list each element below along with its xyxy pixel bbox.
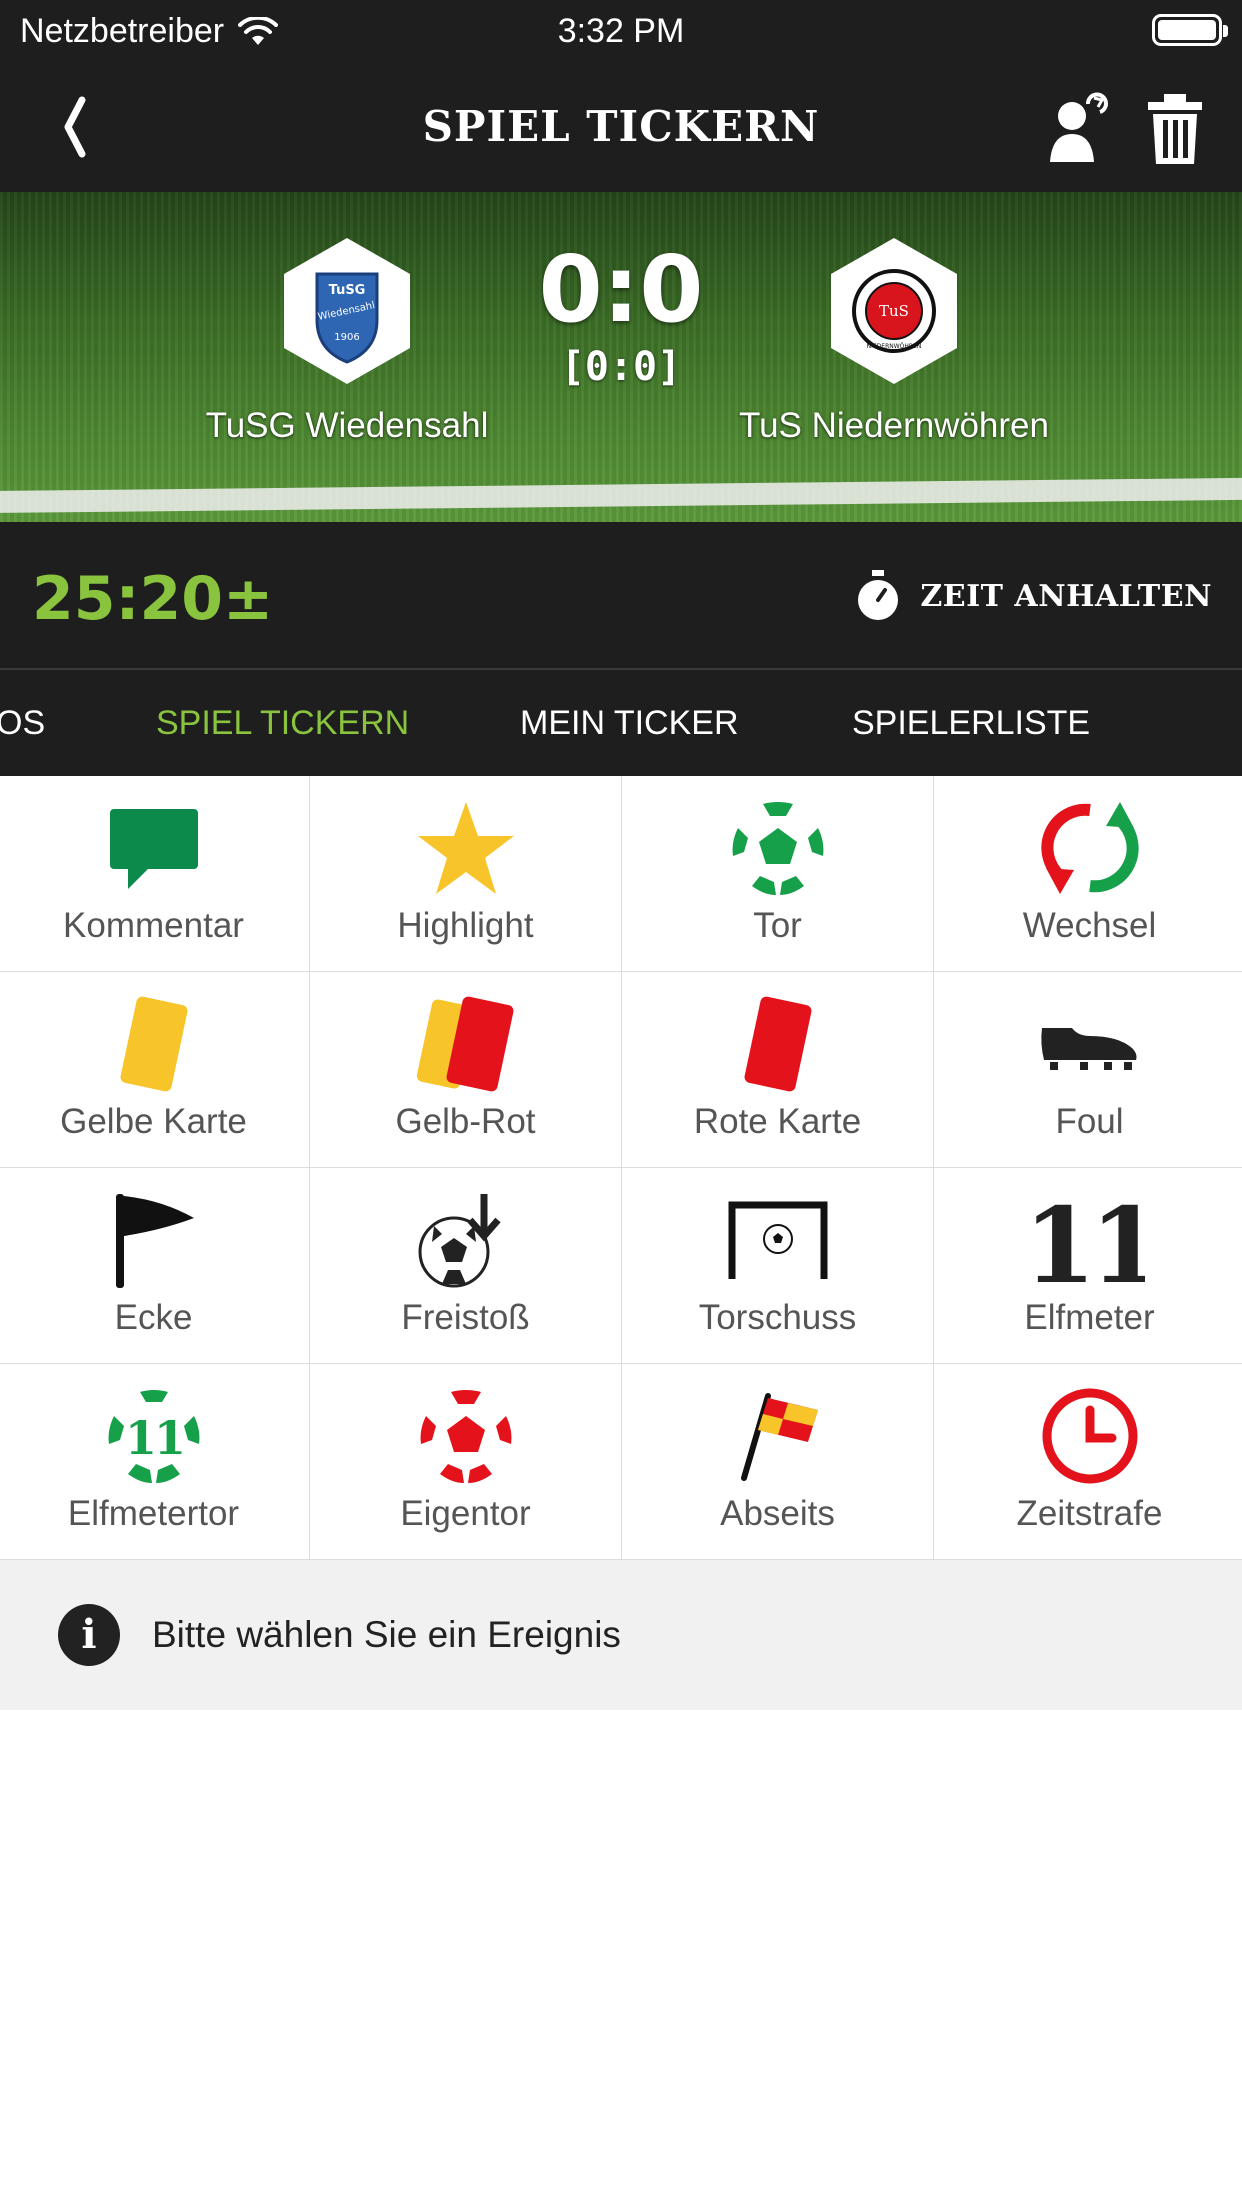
corner-flag-icon [115,1194,194,1288]
stopwatch-icon [858,570,899,620]
event-label: Ecke [114,1298,193,1337]
tab-bar: OS SPIEL TICKERN MEIN TICKER SPIELERLIST… [0,670,1242,776]
comment-icon [109,809,198,889]
match-header: TuSG Wiedensahl 1906 TuSG Wiedensahl 0:0… [0,192,1242,522]
clock-icon [1042,1388,1137,1484]
event-abseits[interactable]: Abseits [622,1364,933,1559]
goal-shot-icon [728,1201,827,1279]
event-foul[interactable]: Foul [934,972,1242,1167]
event-eigentor[interactable]: Eigentor [310,1364,621,1559]
svg-text:TuS: TuS [879,302,909,320]
tab-spielerliste[interactable]: SPIELERLISTE [852,704,1090,743]
yellow-red-card-icon [416,996,513,1092]
event-gelbe-karte[interactable]: Gelbe Karte [0,972,309,1167]
event-gelb-rot[interactable]: Gelb-Rot [310,972,621,1167]
svg-text:NIEDERNWÖHREN: NIEDERNWÖHREN [867,343,922,350]
event-wechsel[interactable]: Wechsel [934,776,1242,971]
event-grid: Kommentar Highlight Tor Wechsel Gelbe Ka… [0,776,1242,1560]
event-ecke[interactable]: Ecke [0,1168,309,1363]
info-icon: i [58,1604,120,1666]
status-time: 3:32 PM [557,12,685,50]
event-kommentar[interactable]: Kommentar [0,776,309,971]
event-label: Eigentor [400,1494,531,1533]
star-icon [417,802,514,894]
away-team-logo: TuS NIEDERNWÖHREN [827,236,961,386]
yellow-card-icon [120,996,187,1092]
event-tor[interactable]: Tor [622,776,933,971]
battery-icon [1152,14,1228,46]
own-goal-icon [420,1390,511,1483]
event-label: Gelbe Karte [60,1102,247,1141]
event-label: Highlight [397,906,534,945]
info-bar: i Bitte wählen Sie ein Ereignis [0,1560,1242,1710]
event-label: Rote Karte [693,1102,862,1141]
away-team: TuS NIEDERNWÖHREN TuS Niedernwöhren [684,236,1104,446]
tab-mein-ticker[interactable]: MEIN TICKER [520,704,739,743]
red-card-icon [744,996,811,1092]
match-timer[interactable]: 25:20± [32,564,273,634]
delete-button[interactable] [1140,90,1210,166]
event-label: Zeitstrafe [1016,1494,1163,1533]
tab-infos[interactable]: OS [0,704,45,743]
event-label: Torschuss [698,1298,857,1337]
offside-flag-icon [740,1393,818,1481]
event-elfmeter[interactable]: 11 Elfmeter [934,1168,1242,1363]
event-label: Elfmetertor [67,1494,240,1533]
penalty-goal-icon: 11 [108,1390,199,1483]
pause-time-button[interactable]: ZEIT ANHALTEN [854,570,1212,622]
event-label: Gelb-Rot [395,1102,536,1141]
penalty-icon: 11 [1035,1190,1145,1290]
svg-text:11: 11 [1035,1190,1145,1290]
away-team-name: TuS Niedernwöhren [739,406,1049,445]
info-text: Bitte wählen Sie ein Ereignis [152,1614,621,1655]
event-label: Kommentar [63,906,244,945]
event-torschuss[interactable]: Torschuss [622,1168,933,1363]
event-label: Elfmeter [1024,1298,1155,1337]
pause-time-label: ZEIT ANHALTEN [920,578,1212,614]
home-team-name: TuSG Wiedensahl [205,406,489,445]
event-rote-karte[interactable]: Rote Karte [622,972,933,1167]
trash-icon [1148,94,1202,164]
free-kick-icon [418,1194,501,1288]
boot-icon [1040,1028,1136,1070]
event-highlight[interactable]: Highlight [310,776,621,971]
svg-text:11: 11 [124,1411,182,1465]
event-label: Foul [1055,1102,1124,1141]
event-zeitstrafe[interactable]: Zeitstrafe [934,1364,1242,1559]
nav-bar: SPIEL TICKERN [0,62,1242,192]
event-freistoss[interactable]: Freistoß [310,1168,621,1363]
ball-green-icon [730,800,825,896]
event-label: Tor [753,906,802,945]
pitch-line [0,476,1242,514]
event-label: Freistoß [401,1298,530,1337]
status-bar: Netzbetreiber 3:32 PM [0,0,1242,62]
event-label: Wechsel [1022,906,1157,945]
tab-spiel-tickern[interactable]: SPIEL TICKERN [156,704,409,743]
timer-bar: 25:20± ZEIT ANHALTEN [0,522,1242,670]
event-label: Abseits [720,1494,835,1533]
event-elfmetertor[interactable]: 11 Elfmetertor [0,1364,309,1559]
reporter-switch-button[interactable] [1042,90,1112,166]
substitution-icon [1040,802,1139,894]
person-refresh-icon [1050,92,1108,162]
